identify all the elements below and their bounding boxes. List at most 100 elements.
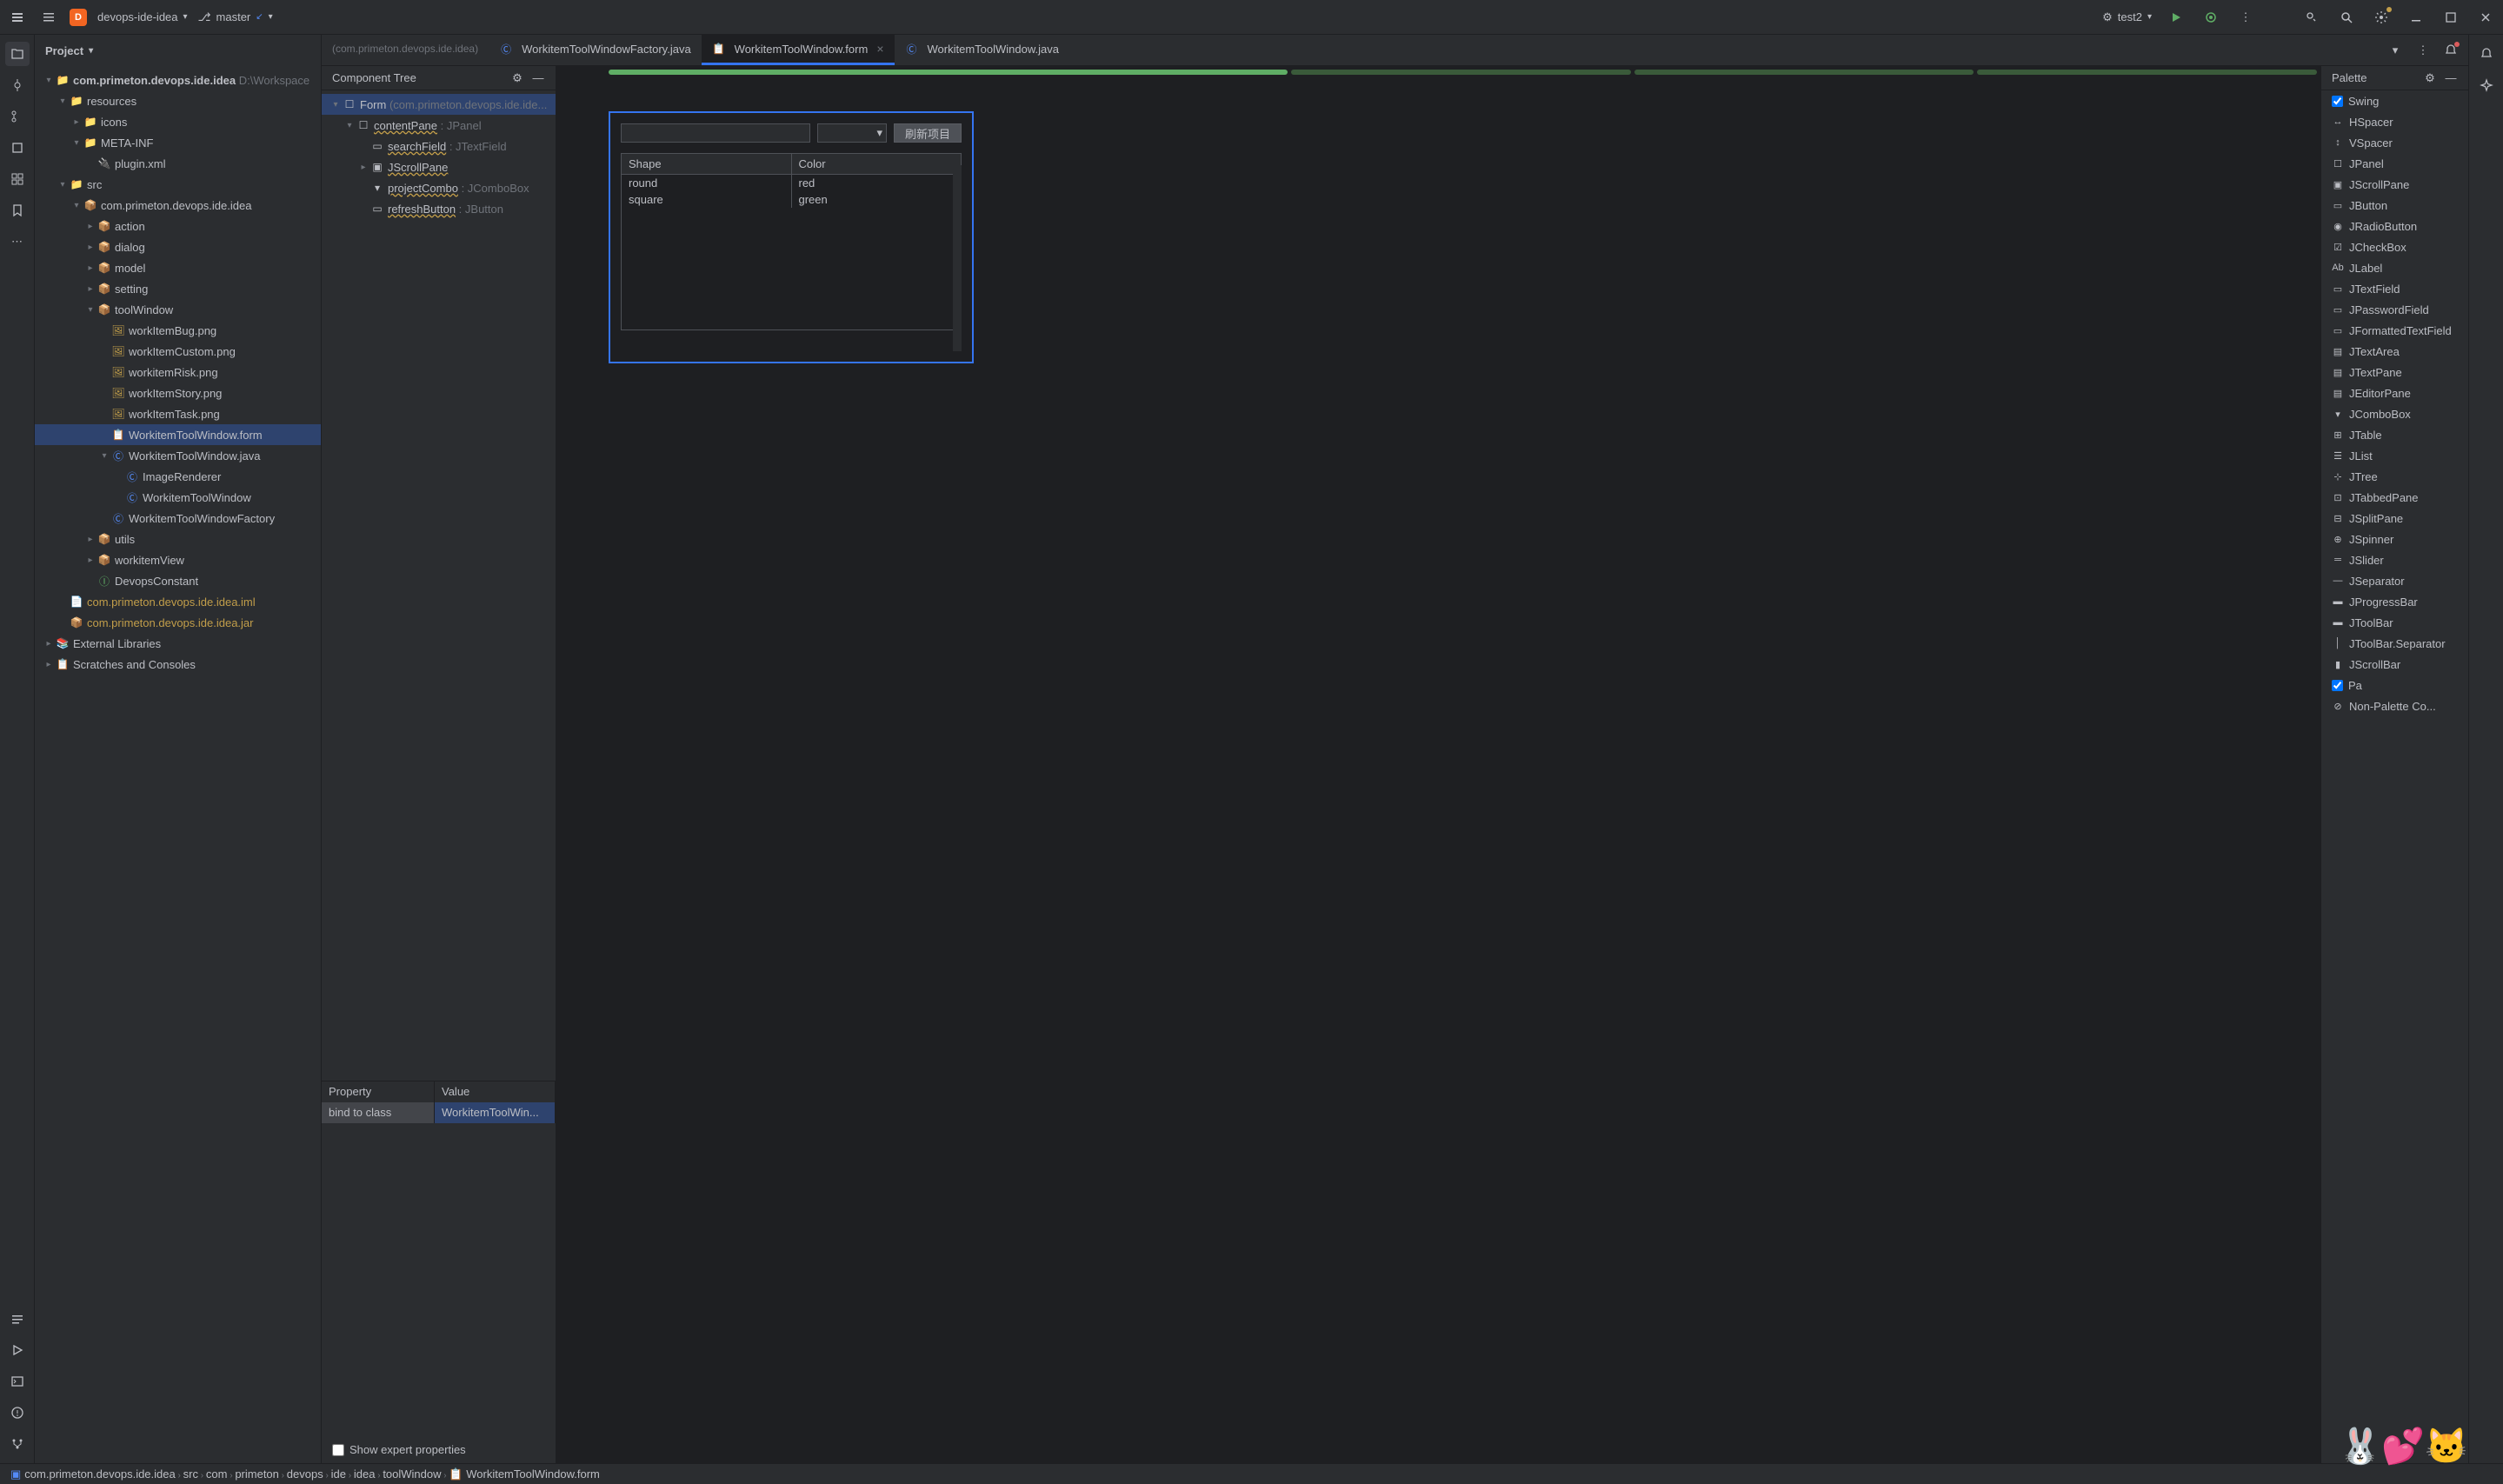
palette-group-pa[interactable]: Pa	[2321, 675, 2468, 695]
settings-icon[interactable]: ⚙	[510, 71, 524, 85]
palette-item[interactable]: AbJLabel	[2321, 257, 2468, 278]
tab-item[interactable]: ⒸWorkitemToolWindowFactory.java	[489, 35, 702, 65]
favorites-tool-icon[interactable]	[5, 198, 30, 223]
palette-item[interactable]: ⊟JSplitPane	[2321, 508, 2468, 529]
close-tab-icon[interactable]: ×	[876, 42, 883, 56]
tree-class[interactable]: ⒸImageRenderer	[35, 466, 321, 487]
ai-assistant-icon[interactable]	[2474, 73, 2499, 97]
search-icon[interactable]	[2336, 7, 2357, 28]
palette-item[interactable]: ▮JScrollBar	[2321, 654, 2468, 675]
minimize-icon[interactable]	[2406, 7, 2426, 28]
tree-class[interactable]: ⒸWorkitemToolWindowFactory	[35, 508, 321, 529]
tree-file-pluginxml[interactable]: 🔌plugin.xml	[35, 153, 321, 174]
palette-item[interactable]: ◉JRadioButton	[2321, 216, 2468, 236]
version-control-icon[interactable]	[5, 1432, 30, 1456]
more-tools-icon[interactable]: ⋯	[5, 230, 30, 254]
palette-item[interactable]: ▤JEditorPane	[2321, 383, 2468, 403]
minimize-panel-icon[interactable]: —	[531, 71, 545, 85]
commit-tool-icon[interactable]	[5, 73, 30, 97]
minimize-panel-icon[interactable]: —	[2444, 71, 2458, 85]
form-scrollbar[interactable]	[953, 165, 962, 351]
services-tool-icon[interactable]	[5, 1338, 30, 1362]
show-expert-properties[interactable]: Show expert properties	[322, 1436, 556, 1463]
hamburger-icon[interactable]	[38, 7, 59, 28]
table-header-shape[interactable]: Shape	[622, 154, 792, 174]
tree-folder-action[interactable]: ▸📦action	[35, 216, 321, 236]
tree-class[interactable]: ⒾDevopsConstant	[35, 570, 321, 591]
project-name[interactable]: devops-ide-idea ▾	[97, 10, 188, 23]
palette-item-nonpalette[interactable]: ⊘Non-Palette Co...	[2321, 695, 2468, 716]
project-panel-header[interactable]: Project ▾	[35, 35, 321, 66]
tab-item[interactable]: (com.primeton.devops.ide.idea)	[322, 35, 489, 65]
settings-icon[interactable]	[2371, 7, 2392, 28]
palette-item[interactable]: ⊕JSpinner	[2321, 529, 2468, 549]
tree-file-png[interactable]: 🖼workItemTask.png	[35, 403, 321, 424]
palette-item[interactable]: ↔HSpacer	[2321, 111, 2468, 132]
more-actions-icon[interactable]: ⋮	[2235, 7, 2256, 28]
tree-folder-model[interactable]: ▸📦model	[35, 257, 321, 278]
tab-item-active[interactable]: 📋WorkitemToolWindow.form×	[702, 35, 895, 65]
tree-folder-dialog[interactable]: ▸📦dialog	[35, 236, 321, 257]
palette-item[interactable]: ═JSlider	[2321, 549, 2468, 570]
tree-folder-icons[interactable]: ▸📁icons	[35, 111, 321, 132]
tree-file-png[interactable]: 🖼workItemStory.png	[35, 383, 321, 403]
notifications-tool-icon[interactable]	[2474, 42, 2499, 66]
debug-button[interactable]	[2200, 7, 2221, 28]
tree-file-form-selected[interactable]: 📋WorkitemToolWindow.form	[35, 424, 321, 445]
tree-file-iml[interactable]: 📄com.primeton.devops.ide.idea.iml	[35, 591, 321, 612]
bookmarks-tool-icon[interactable]	[5, 167, 30, 191]
table-row[interactable]: round red	[622, 175, 961, 191]
run-button[interactable]	[2166, 7, 2187, 28]
form-table[interactable]: Shape Color round red square green	[621, 153, 962, 330]
tree-scratches[interactable]: ▸📋Scratches and Consoles	[35, 654, 321, 675]
breadcrumb-segment[interactable]: idea	[354, 1467, 376, 1481]
breadcrumb-segment[interactable]: com.primeton.devops.ide.idea	[24, 1467, 175, 1481]
comp-form[interactable]: ▾☐Form (com.primeton.devops.ide.ide...	[322, 94, 556, 115]
notifications-icon[interactable]	[2440, 40, 2461, 61]
palette-group-swing[interactable]: Swing	[2321, 90, 2468, 111]
problems-tool-icon[interactable]	[5, 1401, 30, 1425]
tree-external-libraries[interactable]: ▸📚External Libraries	[35, 633, 321, 654]
breadcrumb-segment[interactable]: com	[206, 1467, 228, 1481]
palette-item[interactable]: ▾JComboBox	[2321, 403, 2468, 424]
palette-item[interactable]: ▤JTextPane	[2321, 362, 2468, 383]
tree-folder-resources[interactable]: ▾📁resources	[35, 90, 321, 111]
tree-folder-setting[interactable]: ▸📦setting	[35, 278, 321, 299]
tree-file-jar[interactable]: 📦com.primeton.devops.ide.idea.jar	[35, 612, 321, 633]
palette-item[interactable]: ▬JProgressBar	[2321, 591, 2468, 612]
palette-item[interactable]: ▭JButton	[2321, 195, 2468, 216]
close-icon[interactable]	[2475, 7, 2496, 28]
palette-group-checkbox[interactable]	[2332, 96, 2343, 107]
palette-item[interactable]: ▭JPasswordField	[2321, 299, 2468, 320]
tree-root[interactable]: ▾📁com.primeton.devops.ide.idea D:\Worksp…	[35, 70, 321, 90]
tree-folder-workitemview[interactable]: ▸📦workitemView	[35, 549, 321, 570]
pull-requests-icon[interactable]	[5, 104, 30, 129]
tabs-more-icon[interactable]: ⋮	[2413, 40, 2433, 61]
palette-item[interactable]: ☑JCheckBox	[2321, 236, 2468, 257]
form-textfield[interactable]	[621, 123, 810, 143]
structure-tool-icon[interactable]	[5, 136, 30, 160]
tree-folder-src[interactable]: ▾📁src	[35, 174, 321, 195]
palette-item[interactable]: ▤JTextArea	[2321, 341, 2468, 362]
breadcrumb-segment[interactable]: ide	[331, 1467, 346, 1481]
main-menu-icon[interactable]	[7, 7, 28, 28]
tree-folder-toolwindow[interactable]: ▾📦toolWindow	[35, 299, 321, 320]
palette-item[interactable]: ↕VSpacer	[2321, 132, 2468, 153]
tree-package[interactable]: ▾📦com.primeton.devops.ide.idea	[35, 195, 321, 216]
palette-item[interactable]: ▬JToolBar	[2321, 612, 2468, 633]
form-container[interactable]: ▾ 刷新项目 Shape Color round red	[609, 111, 974, 363]
breadcrumb-segment[interactable]: src	[183, 1467, 198, 1481]
form-refresh-button[interactable]: 刷新项目	[894, 123, 962, 143]
tree-file-java[interactable]: ▾ⒸWorkitemToolWindow.java	[35, 445, 321, 466]
code-with-me-icon[interactable]	[2301, 7, 2322, 28]
breadcrumb-segment[interactable]: WorkitemToolWindow.form	[466, 1467, 600, 1481]
palette-group-checkbox[interactable]	[2332, 680, 2343, 691]
breadcrumb-segment[interactable]: toolWindow	[383, 1467, 441, 1481]
property-row[interactable]: bind to class WorkitemToolWin...	[322, 1102, 556, 1123]
palette-item[interactable]: ⊡JTabbedPane	[2321, 487, 2468, 508]
comp-searchfield[interactable]: ▭searchField : JTextField	[322, 136, 556, 156]
tree-file-png[interactable]: 🖼workitemRisk.png	[35, 362, 321, 383]
show-expert-checkbox[interactable]	[332, 1444, 344, 1456]
property-value-cell[interactable]: WorkitemToolWin...	[435, 1102, 556, 1123]
palette-item[interactable]: —JSeparator	[2321, 570, 2468, 591]
